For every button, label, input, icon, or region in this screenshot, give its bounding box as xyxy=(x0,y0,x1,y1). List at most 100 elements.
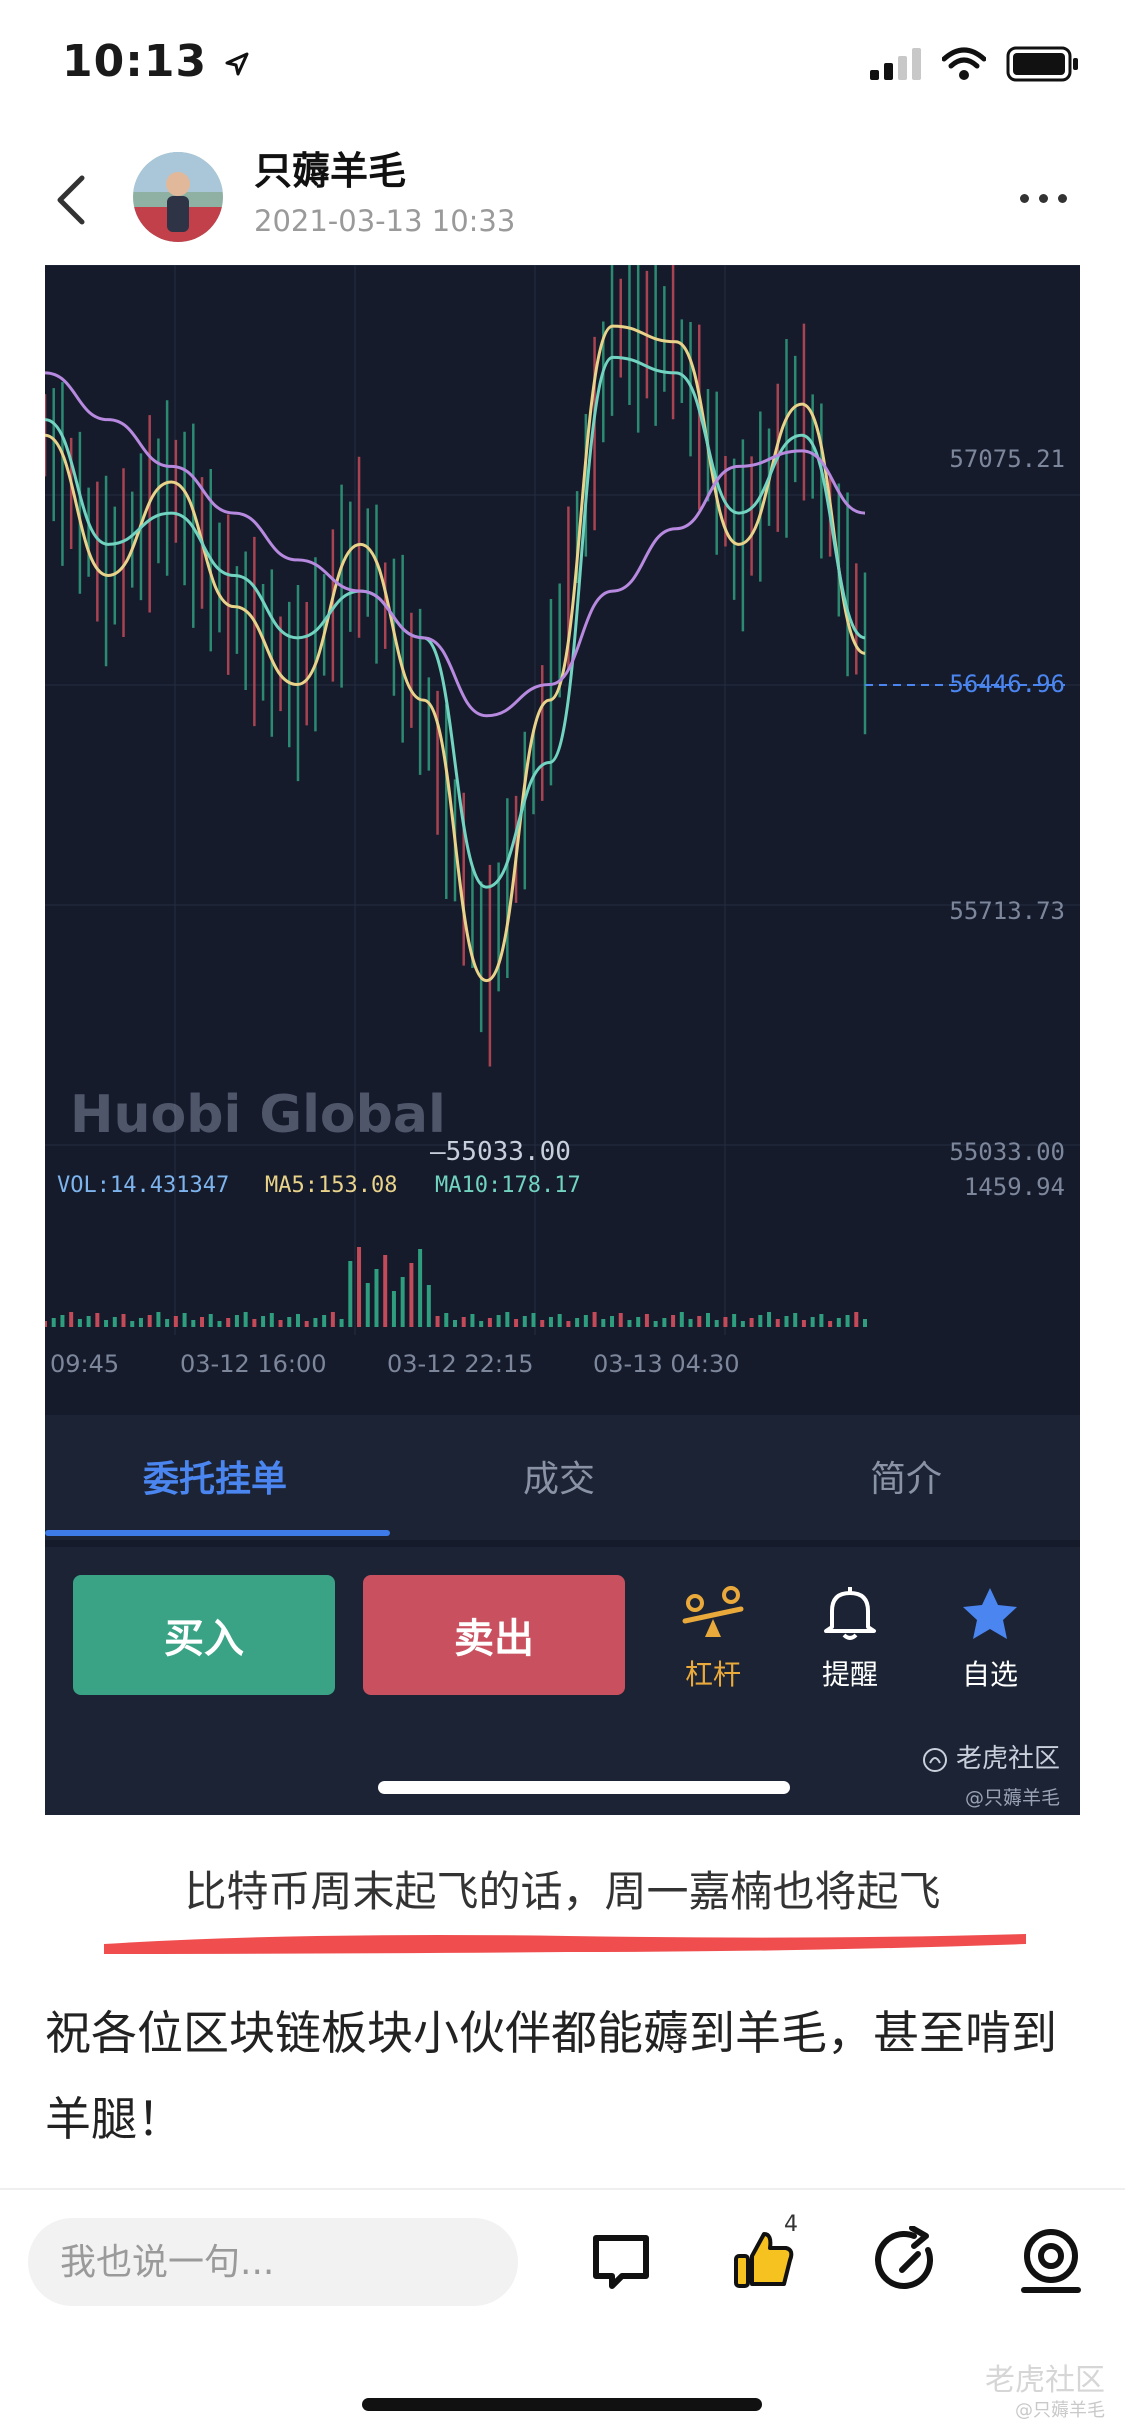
volume-bar xyxy=(845,1315,850,1327)
volume-bar xyxy=(45,1321,47,1327)
volume-bar xyxy=(374,1269,379,1327)
status-time: 10:13 xyxy=(62,36,251,87)
volume-bar xyxy=(400,1277,405,1327)
lever-icon xyxy=(682,1586,744,1637)
back-button[interactable] xyxy=(48,170,92,230)
volume-bar xyxy=(531,1313,536,1327)
volume-bar xyxy=(514,1319,519,1327)
volume-bar xyxy=(828,1321,833,1327)
favorite-button[interactable]: 自选 xyxy=(940,1585,1040,1693)
favorite-label: 自选 xyxy=(961,1658,1018,1691)
alert-button[interactable]: 提醒 xyxy=(800,1585,900,1693)
more-options-button[interactable] xyxy=(1020,188,1080,208)
tab-intro[interactable]: 简介 xyxy=(870,1450,942,1502)
bell-icon xyxy=(824,1587,876,1640)
volume-bar xyxy=(566,1321,571,1327)
x-tick-label: 03-13 04:30 xyxy=(593,1350,740,1378)
volume-bar xyxy=(409,1263,414,1327)
volume-bar xyxy=(200,1317,205,1327)
volume-bar xyxy=(295,1314,300,1327)
volume-bar xyxy=(784,1316,789,1327)
volume-bar xyxy=(322,1315,327,1327)
volume-bar xyxy=(147,1315,152,1327)
avatar[interactable] xyxy=(133,152,223,242)
volume-bar xyxy=(557,1314,562,1327)
volume-bar xyxy=(653,1321,658,1327)
like-count: 4 xyxy=(784,2212,798,2237)
active-tab-indicator xyxy=(45,1530,390,1536)
alert-label: 提醒 xyxy=(821,1658,878,1691)
tab-trades[interactable]: 成交 xyxy=(523,1450,595,1502)
embedded-screenshot[interactable]: 57075.21 56446.96 55713.73 55033.00 1459… xyxy=(45,265,1080,1815)
volume-bar xyxy=(801,1320,806,1327)
location-arrow-icon xyxy=(225,52,249,76)
volume-bar xyxy=(679,1312,684,1327)
low-price-label: —55033.00 xyxy=(430,1137,571,1167)
volume-bar xyxy=(775,1319,780,1327)
volume-bar xyxy=(104,1320,109,1327)
volume-bar xyxy=(95,1313,100,1327)
volume-bar xyxy=(165,1319,170,1327)
volume-bar xyxy=(714,1320,719,1327)
lever-button[interactable]: 杠杆 xyxy=(663,1585,763,1693)
star-icon xyxy=(963,1588,1017,1639)
volume-bar xyxy=(391,1291,396,1327)
volume-bar xyxy=(130,1321,135,1327)
dot-icon xyxy=(1020,193,1029,203)
buy-button[interactable]: 买入 xyxy=(73,1575,335,1695)
volume-bar xyxy=(740,1321,745,1327)
x-tick-label: 03-12 22:15 xyxy=(387,1350,534,1378)
ma10-label: MA10:178.17 xyxy=(435,1173,581,1198)
comment-icon[interactable] xyxy=(586,2226,656,2296)
embedded-home-indicator xyxy=(378,1781,790,1794)
volume-bar xyxy=(60,1315,65,1327)
volume-bar xyxy=(86,1316,91,1327)
volume-bar xyxy=(601,1319,606,1327)
volume-bar xyxy=(138,1318,143,1327)
volume-bar xyxy=(618,1313,623,1327)
volume-bar xyxy=(191,1320,196,1327)
y-tick-label: 57075.21 xyxy=(949,445,1065,473)
volume-bar xyxy=(767,1312,772,1327)
volume-bar xyxy=(688,1319,693,1327)
volume-bar xyxy=(243,1312,248,1327)
y-tick-label: 55713.73 xyxy=(949,897,1065,925)
volume-bar xyxy=(121,1314,126,1327)
volume-bar xyxy=(496,1315,501,1327)
reward-icon[interactable] xyxy=(1016,2226,1086,2296)
battery-icon xyxy=(1006,46,1078,82)
volume-axis-label: 1459.94 xyxy=(963,1173,1065,1201)
volume-bar xyxy=(365,1283,370,1327)
volume-bar xyxy=(522,1316,527,1327)
volume-bar xyxy=(112,1317,117,1327)
wifi-icon xyxy=(942,47,986,80)
chart-canvas xyxy=(45,265,1080,1415)
vol-label: VOL:14.431347 xyxy=(57,1173,230,1198)
volume-bar xyxy=(662,1318,667,1327)
signal-icon xyxy=(870,48,921,80)
volume-bar xyxy=(51,1318,56,1327)
home-indicator xyxy=(362,2398,762,2411)
volume-bar xyxy=(69,1312,74,1327)
volume-bar xyxy=(610,1316,615,1327)
volume-bar xyxy=(156,1312,161,1327)
volume-bar xyxy=(697,1316,702,1327)
volume-bar xyxy=(278,1320,283,1327)
post-body: 祝各位区块链板块小伙伴都能薅到羊毛，甚至啃到羊腿！ xyxy=(45,2006,1057,2146)
sell-button[interactable]: 卖出 xyxy=(363,1575,625,1695)
tab-orders[interactable]: 委托挂单 xyxy=(143,1450,287,1502)
comment-input[interactable] xyxy=(28,2218,518,2306)
volume-bar xyxy=(226,1318,231,1327)
volume-bar xyxy=(348,1261,353,1327)
volume-bar xyxy=(836,1318,841,1327)
volume-bar xyxy=(479,1321,484,1327)
tiger-logo-icon xyxy=(922,1747,947,1772)
share-icon[interactable] xyxy=(874,2226,944,2296)
volume-bar xyxy=(758,1315,763,1327)
author-name[interactable]: 只薅羊毛 xyxy=(254,140,406,195)
volume-bar xyxy=(435,1316,440,1327)
volume-bar xyxy=(357,1247,362,1327)
credit-user: @只薅羊毛 xyxy=(964,1787,1060,1809)
volume-bar xyxy=(444,1313,449,1327)
volume-bar xyxy=(470,1314,475,1327)
